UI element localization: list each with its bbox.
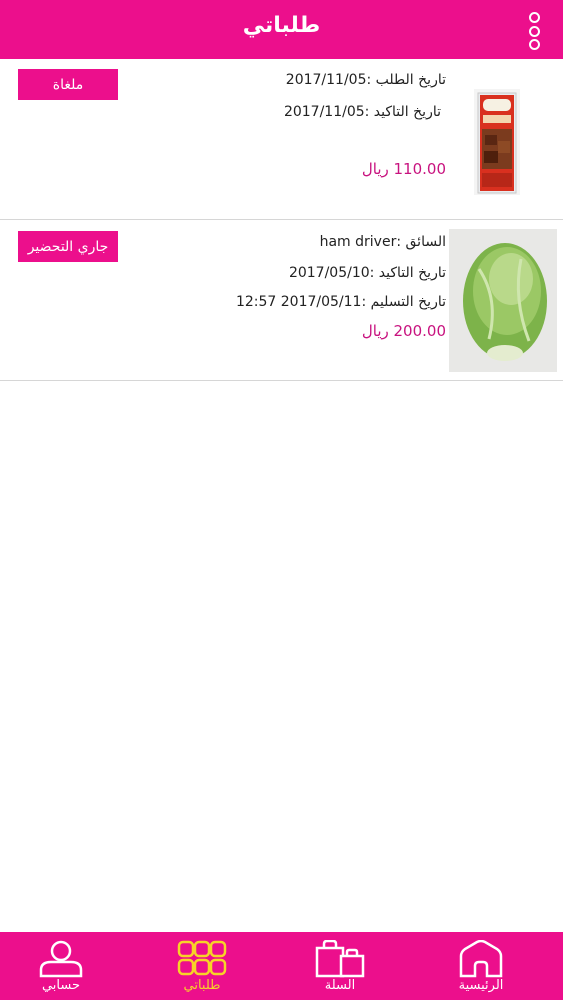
nav-home[interactable]: الرئيسية xyxy=(426,932,536,1000)
nav-cart-label: السلة xyxy=(324,978,356,993)
product-image[interactable] xyxy=(449,229,557,372)
menu-dot xyxy=(528,12,540,23)
menu-dot xyxy=(528,25,540,37)
app-header: طلباتي xyxy=(0,0,563,59)
order-card[interactable]: ملغاة تاريخ الطلب :2017/11/05 تاريخ التا… xyxy=(0,60,563,220)
grid-icon xyxy=(177,940,227,976)
shopping-bags-icon xyxy=(315,940,365,978)
confirm-date: تاريخ التاكيد :2017/11/05 xyxy=(283,104,441,120)
nav-home-label: الرئيسية xyxy=(458,978,504,993)
order-price: 110.00 ريال xyxy=(361,160,446,178)
bottom-nav: حسابي طلباتي السلة الرئيسية xyxy=(0,932,563,1000)
order-price: 200.00 ريال xyxy=(361,322,446,340)
order-status-button[interactable]: جاري التحضير xyxy=(18,231,118,262)
confirm-date: تاريخ التاكيد :2017/05/10 xyxy=(288,265,446,281)
order-date: تاريخ الطلب :2017/11/05 xyxy=(285,72,446,88)
nav-cart[interactable]: السلة xyxy=(285,932,395,1000)
page-title: طلباتي xyxy=(242,13,321,38)
nav-account-label: حسابي xyxy=(41,978,81,993)
menu-dot xyxy=(528,39,540,50)
nav-account[interactable]: حسابي xyxy=(6,932,116,1000)
order-card[interactable]: جاري التحضير السائق :ham driver تاريخ ال… xyxy=(0,220,563,381)
order-status-button[interactable]: ملغاة xyxy=(18,69,118,100)
home-icon xyxy=(459,940,503,978)
product-image[interactable] xyxy=(474,89,520,195)
nav-orders[interactable]: طلباتي xyxy=(147,932,257,1000)
nav-orders-label: طلباتي xyxy=(183,978,221,993)
user-icon xyxy=(39,940,83,978)
delivery-date: تاريخ التسليم :2017/05/11 12:57 xyxy=(235,294,446,310)
lettuce-image xyxy=(449,229,557,372)
kebab-menu-icon[interactable] xyxy=(527,12,541,50)
baking-mix-box-image xyxy=(477,92,517,194)
driver-name: السائق :ham driver xyxy=(319,234,446,250)
